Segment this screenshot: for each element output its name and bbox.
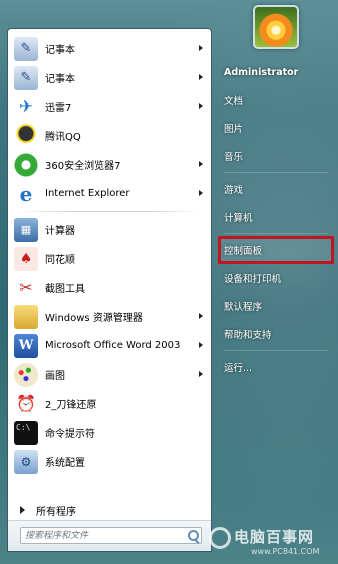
- user-name-link[interactable]: Administrator: [218, 58, 334, 86]
- system-config-icon: ⚙: [14, 449, 38, 474]
- qq-penguin-icon: [14, 123, 38, 148]
- watermark-title: 电脑百事网: [234, 528, 315, 546]
- program-item-restore[interactable]: ⏰ 2_刀锋还原: [8, 389, 211, 418]
- paint-icon: [14, 362, 38, 387]
- windows-explorer-icon: [14, 304, 38, 329]
- site-watermark: 电脑百事网 www.PC841.COM: [205, 521, 337, 561]
- right-arrow-icon: [20, 506, 25, 514]
- run-link[interactable]: 运行...: [218, 353, 334, 381]
- default-programs-link[interactable]: 默认程序: [218, 292, 334, 320]
- program-item-snipping-tool[interactable]: ✂ 截图工具: [8, 273, 211, 302]
- games-link[interactable]: 游戏: [218, 175, 334, 203]
- program-label: 计算器: [45, 226, 75, 237]
- devices-printers-link[interactable]: 设备和打印机: [218, 264, 334, 292]
- notepad-icon: ✎: [14, 65, 38, 90]
- submenu-arrow-icon[interactable]: [199, 161, 203, 167]
- program-item-windows-explorer[interactable]: Windows 资源管理器: [8, 302, 211, 331]
- submenu-arrow-icon[interactable]: [199, 45, 203, 51]
- program-item-word-2003[interactable]: W Microsoft Office Word 2003: [8, 331, 211, 360]
- separator: [224, 233, 328, 234]
- program-item-tonghuashun[interactable]: ♠ 同花顺: [8, 244, 211, 273]
- program-label: 系统配置: [45, 458, 85, 469]
- program-label: Internet Explorer: [45, 188, 130, 199]
- submenu-arrow-icon[interactable]: [199, 371, 203, 377]
- restore-tool-icon: ⏰: [16, 394, 36, 413]
- command-prompt-icon: C:\: [14, 420, 38, 445]
- program-label: 记事本: [45, 74, 75, 85]
- user-avatar[interactable]: [253, 5, 299, 49]
- program-label: 画图: [45, 371, 65, 382]
- program-label: 迅雷7: [45, 103, 72, 114]
- program-label: Microsoft Office Word 2003: [45, 340, 181, 351]
- all-programs-label: 所有程序: [36, 506, 76, 518]
- music-link[interactable]: 音乐: [218, 142, 334, 170]
- program-item-360-browser[interactable]: e 360安全浏览器7: [8, 150, 211, 179]
- computer-link[interactable]: 计算机: [218, 203, 334, 231]
- program-label: 记事本: [45, 45, 75, 56]
- pictures-link[interactable]: 图片: [218, 114, 334, 142]
- submenu-arrow-icon[interactable]: [199, 313, 203, 319]
- watermark-logo-icon: [209, 527, 231, 549]
- submenu-arrow-icon[interactable]: [199, 190, 203, 196]
- calculator-icon: ▦: [14, 217, 38, 242]
- program-label: 截图工具: [45, 284, 85, 295]
- right-links-panel: Administrator 文档 图片 音乐 游戏 计算机 控制面板 设备和打印…: [218, 58, 334, 381]
- program-item-qq[interactable]: 腾讯QQ: [8, 121, 211, 150]
- program-item-internet-explorer[interactable]: e Internet Explorer: [8, 179, 211, 208]
- program-item-command-prompt[interactable]: C:\ 命令提示符: [8, 418, 211, 447]
- program-item-notepad[interactable]: ✎ 记事本: [8, 34, 211, 63]
- program-item-paint[interactable]: 画图: [8, 360, 211, 389]
- program-label: 命令提示符: [45, 429, 95, 440]
- separator: [18, 211, 201, 212]
- search-icon[interactable]: [188, 530, 199, 541]
- internet-explorer-icon: e: [19, 181, 33, 206]
- all-programs-button[interactable]: 所有程序: [8, 499, 211, 521]
- help-support-link[interactable]: 帮助和支持: [218, 320, 334, 348]
- program-label: 腾讯QQ: [45, 132, 81, 143]
- thunder-bird-icon: ✈: [18, 96, 34, 117]
- search-input[interactable]: [20, 527, 202, 544]
- submenu-arrow-icon[interactable]: [199, 342, 203, 348]
- program-label: Windows 资源管理器: [45, 313, 143, 324]
- program-label: 360安全浏览器7: [45, 161, 121, 172]
- submenu-arrow-icon[interactable]: [199, 103, 203, 109]
- program-item-notepad-2[interactable]: ✎ 记事本: [8, 63, 211, 92]
- program-label: 2_刀锋还原: [45, 400, 97, 411]
- watermark-url: www.PC841.COM: [251, 547, 320, 556]
- program-item-system-config[interactable]: ⚙ 系统配置: [8, 447, 211, 476]
- separator: [224, 172, 328, 173]
- submenu-arrow-icon[interactable]: [199, 74, 203, 80]
- program-item-thunder[interactable]: ✈ 迅雷7: [8, 92, 211, 121]
- program-label: 同花顺: [45, 255, 75, 266]
- separator: [224, 350, 328, 351]
- program-list: ✎ 记事本 ✎ 记事本 ✈ 迅雷7 腾讯QQ e 360安全浏览器7 e Int…: [8, 29, 211, 476]
- documents-link[interactable]: 文档: [218, 86, 334, 114]
- browser-360-icon: e: [14, 152, 38, 177]
- search-area: [8, 520, 211, 551]
- notepad-icon: ✎: [14, 36, 38, 61]
- control-panel-link[interactable]: 控制面板: [218, 236, 334, 264]
- snipping-tool-icon: ✂: [19, 278, 33, 297]
- word-icon: W: [14, 333, 38, 358]
- tonghuashun-icon: ♠: [14, 246, 38, 271]
- program-item-calculator[interactable]: ▦ 计算器: [8, 215, 211, 244]
- start-menu-screenshot: ✎ 记事本 ✎ 记事本 ✈ 迅雷7 腾讯QQ e 360安全浏览器7 e Int…: [0, 0, 338, 564]
- program-list-panel: ✎ 记事本 ✎ 记事本 ✈ 迅雷7 腾讯QQ e 360安全浏览器7 e Int…: [7, 28, 212, 552]
